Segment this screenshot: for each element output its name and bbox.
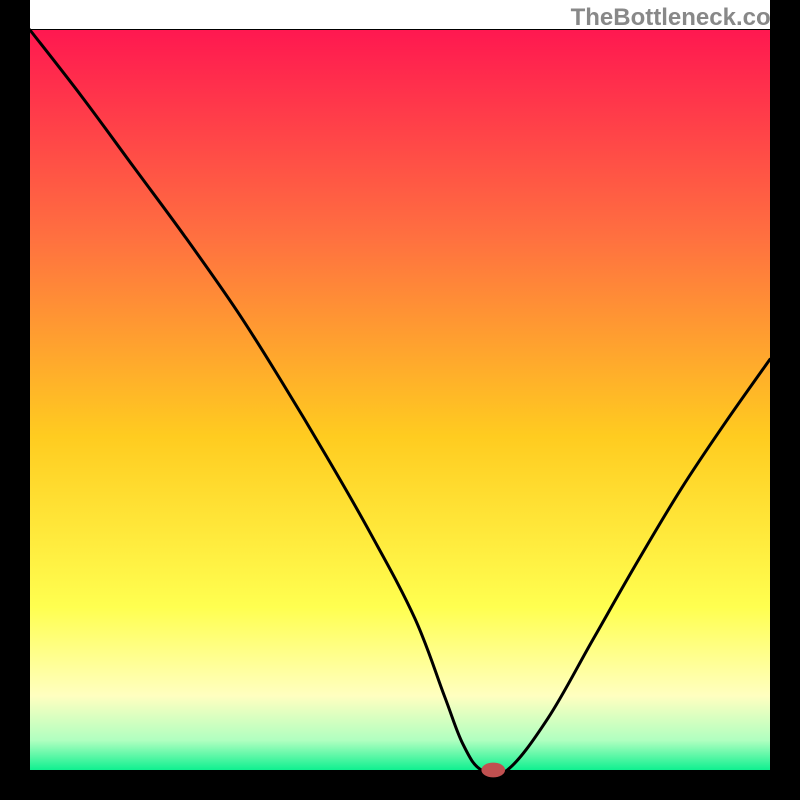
frame-side [770,0,800,800]
minimum-marker [481,763,505,778]
frame-side [0,0,30,800]
plot-background [30,30,770,770]
frame-side [0,29,800,30]
frame-side [0,770,800,800]
bottleneck-chart [0,0,800,800]
